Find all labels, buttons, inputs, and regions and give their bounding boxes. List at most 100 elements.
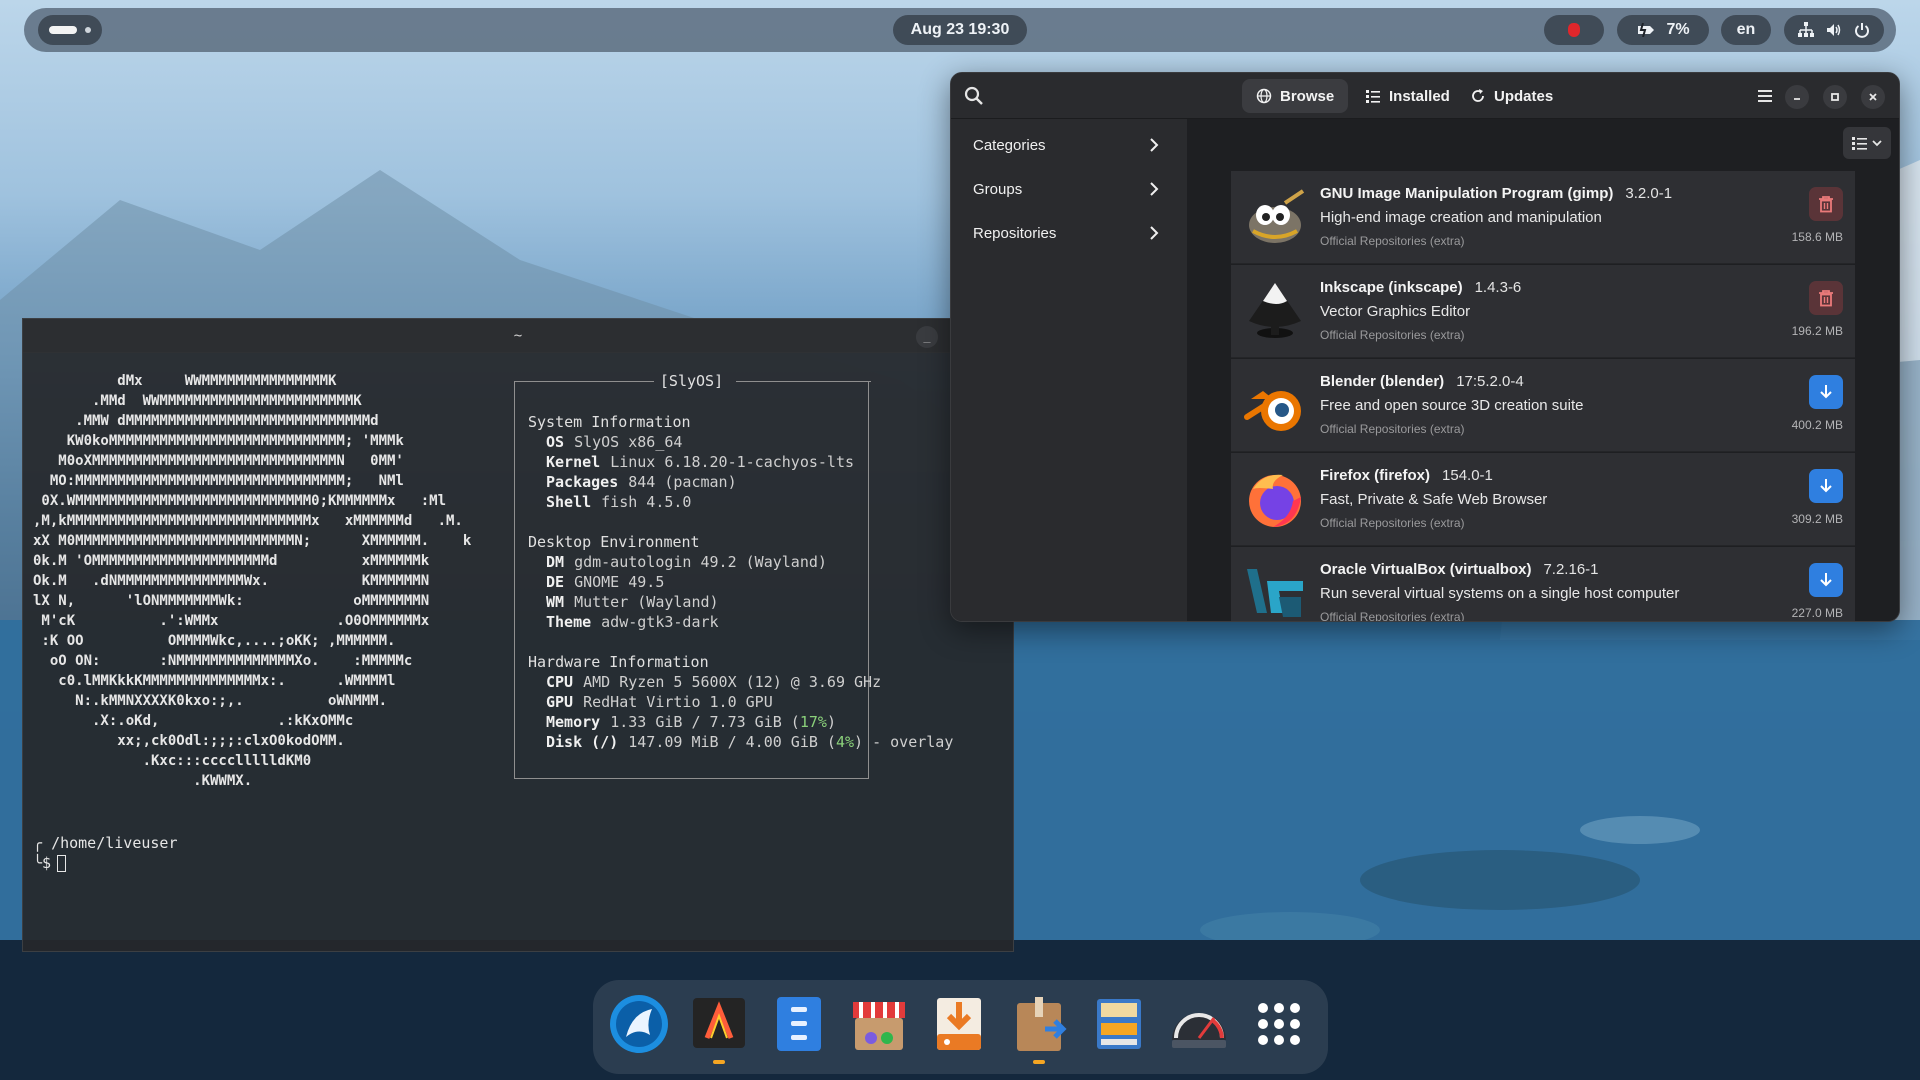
close-icon xyxy=(1869,93,1877,101)
fastfetch-value: AMD Ryzen 5 5600X (12) @ 3.69 GHz xyxy=(583,673,882,691)
minimize-button[interactable] xyxy=(1785,85,1809,109)
terminal-window[interactable]: ~ _ dMx WWMMMMMMMMMMMMMMMK .MMd WWMMMMMM… xyxy=(22,318,1014,952)
battery-icon xyxy=(1638,23,1655,37)
package-name-line: Oracle VirtualBox (virtualbox) 7.2.16-1 xyxy=(1320,561,1599,578)
virtualbox-icon xyxy=(1247,569,1303,617)
terminal-title: ~ xyxy=(513,327,523,344)
prompt-corner-bottom: ╰ xyxy=(33,854,43,872)
firefox-icon xyxy=(1249,474,1301,527)
package-row[interactable]: GNU Image Manipulation Program (gimp) 3.2… xyxy=(1231,171,1855,264)
fastfetch-value: SlyOS x86_64 xyxy=(574,433,683,451)
remove-button[interactable] xyxy=(1809,281,1843,315)
terminal-icon xyxy=(693,998,745,1048)
dock-item-installer[interactable] xyxy=(927,992,991,1056)
software-store-window[interactable]: Browse Installed Updates Categories Grou… xyxy=(950,72,1900,622)
package-version: 154.0-1 xyxy=(1442,467,1493,484)
running-indicator xyxy=(1033,1060,1045,1064)
close-button[interactable] xyxy=(1861,85,1885,109)
package-row[interactable]: Inkscape (inkscape) 1.4.3-6 Vector Graphi… xyxy=(1231,265,1855,358)
fastfetch-key: Kernel xyxy=(546,453,601,471)
chevron-right-icon xyxy=(1150,138,1159,152)
sidebar-item-label: Groups xyxy=(973,180,1023,198)
dock-item-browser[interactable] xyxy=(607,992,671,1056)
fastfetch-value: Mutter (Wayland) xyxy=(574,593,719,611)
fastfetch-row: Packages 844 (pacman) xyxy=(528,472,988,492)
language-label: en xyxy=(1736,21,1756,38)
install-button[interactable] xyxy=(1809,375,1843,409)
package-size: 196.2 MB xyxy=(1791,324,1843,338)
list-view-icon xyxy=(1852,137,1867,150)
fastfetch-value-suffix: ) xyxy=(826,713,836,731)
dock xyxy=(593,980,1328,1074)
fastfetch-key: Packages xyxy=(546,473,619,491)
package-name: GNU Image Manipulation Program (gimp) xyxy=(1320,185,1614,202)
search-icon[interactable] xyxy=(963,85,985,107)
fastfetch-row: WM Mutter (Wayland) xyxy=(528,592,988,612)
system-menu-button[interactable] xyxy=(1784,15,1884,45)
fastfetch-key: DM xyxy=(546,553,565,571)
package-row[interactable]: Oracle VirtualBox (virtualbox) 7.2.16-1 R… xyxy=(1231,547,1855,621)
package-size: 309.2 MB xyxy=(1791,512,1843,526)
dock-item-terminal[interactable] xyxy=(687,992,751,1064)
install-button[interactable] xyxy=(1809,469,1843,503)
package-version: 3.2.0-1 xyxy=(1625,185,1673,202)
trash-icon xyxy=(1819,196,1833,213)
top-panel: Aug 23 19:30 7% en xyxy=(24,8,1896,52)
fastfetch-row: DE GNOME 49.5 xyxy=(528,572,988,592)
store-icon xyxy=(853,1002,905,1050)
fastfetch-value: 844 (pacman) xyxy=(628,473,737,491)
files-icon xyxy=(777,997,821,1051)
fastfetch-row: CPU AMD Ryzen 5 5600X (12) @ 3.69 GHz xyxy=(528,672,988,692)
minimize-icon xyxy=(1794,98,1800,100)
activities-button[interactable] xyxy=(38,15,102,45)
keyboard-layout-button[interactable]: en xyxy=(1721,15,1771,45)
fastfetch-box: [SlyOS] System Information OS SlyOS x86_64… xyxy=(514,372,953,779)
hamburger-menu-icon[interactable] xyxy=(1753,84,1777,108)
package-row[interactable]: Blender (blender) 17:5.2.0-4 Free and ope… xyxy=(1231,359,1855,452)
fastfetch-key: Disk (/) xyxy=(546,733,619,751)
archive-icon xyxy=(1097,999,1141,1049)
sidebar-item-groups[interactable]: Groups xyxy=(963,171,1169,207)
fastfetch-value: Linux 6.18.20-1-cachyos-lts xyxy=(610,453,855,471)
package-icon xyxy=(1017,997,1067,1051)
dock-item-archive[interactable] xyxy=(1087,992,1151,1056)
dock-item-app-grid[interactable] xyxy=(1247,992,1311,1056)
sidebar-item-categories[interactable]: Categories xyxy=(963,127,1169,163)
record-indicator[interactable] xyxy=(1544,15,1604,45)
fastfetch-key: OS xyxy=(546,433,565,451)
fastfetch-info: System Information OS SlyOS x86_64 Kernel Li… xyxy=(528,412,988,752)
chevron-right-icon xyxy=(1150,226,1159,240)
sidebar-item-repositories[interactable]: Repositories xyxy=(963,215,1169,251)
fastfetch-value: 1.33 GiB / 7.73 GiB ( xyxy=(610,713,800,731)
dock-item-software-store[interactable] xyxy=(847,992,911,1056)
network-icon xyxy=(1798,22,1814,37)
battery-indicator[interactable]: 7% xyxy=(1617,15,1709,45)
remove-button[interactable] xyxy=(1809,187,1843,221)
package-row[interactable]: Firefox (firefox) 154.0-1 Fast, Private &… xyxy=(1231,453,1855,546)
tab-updates[interactable]: Updates xyxy=(1456,79,1567,113)
dock-item-files[interactable] xyxy=(767,992,831,1056)
package-repository: Official Repositories (extra) xyxy=(1320,234,1465,248)
fastfetch-row: Theme adw-gtk3-dark xyxy=(528,612,988,632)
chevron-right-icon xyxy=(1150,182,1159,196)
download-icon xyxy=(1820,385,1832,399)
record-icon xyxy=(1568,23,1580,37)
clock-button[interactable]: Aug 23 19:30 xyxy=(893,15,1027,45)
terminal-titlebar[interactable]: ~ _ xyxy=(23,319,1013,353)
wolf-browser-icon xyxy=(610,995,668,1053)
maximize-button[interactable] xyxy=(1823,85,1847,109)
shell-prompt[interactable]: ╭ /home/liveuser ╰$ xyxy=(33,833,178,873)
install-button[interactable] xyxy=(1809,563,1843,597)
fastfetch-section-heading: Hardware Information xyxy=(528,653,709,671)
package-description: Vector Graphics Editor xyxy=(1320,303,1471,320)
gauge-icon xyxy=(1172,1013,1226,1048)
prompt-corner: ╭ xyxy=(33,834,52,852)
terminal-minimize-button[interactable]: _ xyxy=(916,326,938,348)
store-headerbar[interactable]: Browse Installed Updates xyxy=(951,73,1899,119)
view-mode-button[interactable] xyxy=(1843,127,1891,159)
tab-browse[interactable]: Browse xyxy=(1242,79,1349,113)
tab-installed[interactable]: Installed xyxy=(1351,79,1464,113)
dock-item-package-manager[interactable] xyxy=(1007,992,1071,1064)
dock-item-system-monitor[interactable] xyxy=(1167,992,1231,1056)
installer-icon xyxy=(937,998,981,1050)
